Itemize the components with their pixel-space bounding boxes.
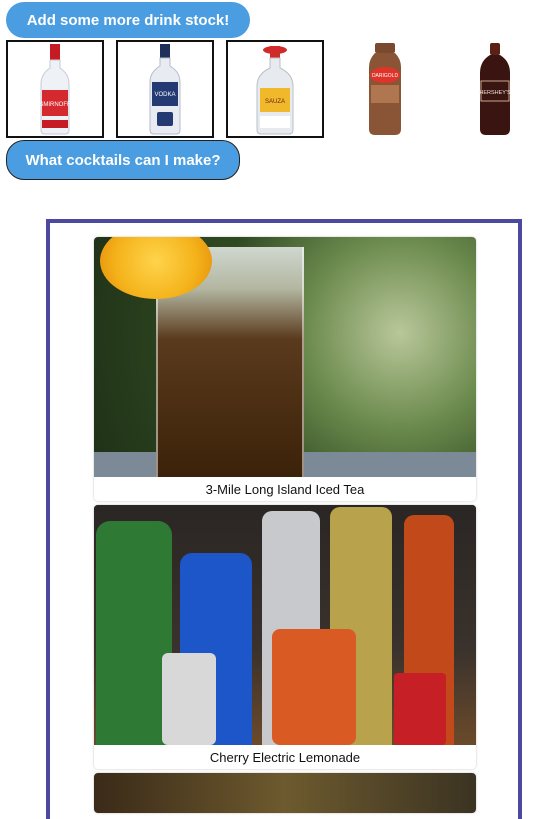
add-drink-stock-button[interactable]: Add some more drink stock! — [6, 2, 250, 38]
stock-item-hersheys[interactable]: HERSHEY'S — [446, 40, 544, 138]
bottle-label: SAUZA — [265, 99, 285, 105]
what-cocktails-button[interactable]: What cocktails can I make? — [6, 140, 240, 180]
cocktail-name: 3-Mile Long Island Iced Tea — [205, 481, 365, 497]
bottle-label: DARIGOLD — [372, 73, 399, 79]
cocktail-card[interactable]: Cherry Electric Lemonade — [94, 505, 476, 769]
cocktail-card[interactable] — [94, 773, 476, 813]
stock-item-darigold[interactable]: DARIGOLD — [336, 40, 434, 138]
stock-item-tequila[interactable]: SAUZA — [226, 40, 324, 138]
bottle-label: VODKA — [154, 92, 175, 98]
chocolate-syrup-bottle-icon: HERSHEY'S — [479, 43, 511, 135]
liquor-bottles-photo — [94, 505, 476, 745]
stock-item-smirnoff[interactable]: SMIRNOFF — [6, 40, 104, 138]
cocktail-card[interactable]: 3-Mile Long Island Iced Tea — [94, 237, 476, 501]
cocktail-results-panel: 3-Mile Long Island Iced Tea Cherry Elect… — [46, 219, 522, 819]
vodka-blue-bottle-icon: VODKA — [149, 44, 181, 135]
bottle-label: SMIRNOFF — [39, 102, 71, 108]
vodka-red-bottle-icon: SMIRNOFF — [39, 44, 71, 135]
cocktail-name: Cherry Electric Lemonade — [209, 749, 361, 765]
bottle-label: HERSHEY'S — [479, 90, 511, 96]
iced-tea-glass-photo — [94, 237, 476, 477]
chocolate-milk-bottle-icon: DARIGOLD — [369, 43, 401, 135]
stock-item-vodka[interactable]: VODKA — [116, 40, 214, 138]
tequila-bottle-icon: SAUZA — [256, 46, 294, 135]
cocktail-photo — [94, 773, 476, 813]
